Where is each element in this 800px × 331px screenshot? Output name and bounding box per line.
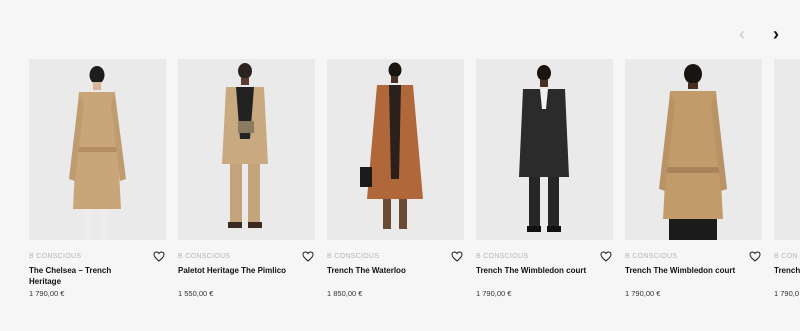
heart-icon[interactable]	[599, 249, 613, 263]
product-price: 1 790,00 €	[625, 289, 661, 298]
product-price: 1 790,0	[774, 289, 800, 298]
product-image[interactable]	[625, 59, 762, 240]
product-card[interactable]: B CONSCIOUS The Chelsea – Trench Heritag…	[29, 59, 166, 309]
product-price: 1 550,00 €	[178, 289, 214, 298]
product-name[interactable]: Trench The Waterloo	[327, 266, 439, 287]
product-tag: B CONSCIOUS	[327, 253, 380, 260]
product-card[interactable]: B CONSCIOUS Trench The Wimbledon court 1…	[476, 59, 613, 309]
product-tag: B CONSCIOUS	[625, 253, 678, 260]
product-carousel: B CONSCIOUS The Chelsea – Trench Heritag…	[29, 59, 800, 309]
heart-icon[interactable]	[152, 249, 166, 263]
product-image[interactable]	[178, 59, 315, 240]
product-tag: B CONSCIOUS	[29, 253, 82, 260]
heart-icon[interactable]	[301, 249, 315, 263]
product-name[interactable]: Trench The Ke	[774, 266, 800, 287]
carousel-nav: ‹ ›	[732, 24, 786, 44]
product-image[interactable]	[29, 59, 166, 240]
product-image[interactable]	[327, 59, 464, 240]
product-name[interactable]: Trench The Wimbledon court	[476, 266, 588, 287]
product-name[interactable]: Paletot Heritage The Pimlico	[178, 266, 290, 287]
product-card[interactable]: B CON Trench The Ke 1 790,0	[774, 59, 800, 309]
product-price: 1 850,00 €	[327, 289, 363, 298]
product-tag: B CONSCIOUS	[178, 253, 231, 260]
chevron-right-icon[interactable]: ›	[766, 24, 786, 44]
product-price: 1 790,00 €	[476, 289, 512, 298]
heart-icon[interactable]	[450, 249, 464, 263]
product-image[interactable]	[774, 59, 800, 240]
product-name[interactable]: The Chelsea – Trench Heritage	[29, 266, 141, 287]
product-tag: B CONSCIOUS	[476, 253, 529, 260]
heart-icon[interactable]	[748, 249, 762, 263]
product-card[interactable]: B CONSCIOUS Paletot Heritage The Pimlico…	[178, 59, 315, 309]
product-tag: B CON	[774, 253, 798, 260]
chevron-left-icon[interactable]: ‹	[732, 24, 752, 44]
product-card[interactable]: B CONSCIOUS Trench The Wimbledon court 1…	[625, 59, 762, 309]
product-name[interactable]: Trench The Wimbledon court	[625, 266, 737, 287]
product-image[interactable]	[476, 59, 613, 240]
product-card[interactable]: B CONSCIOUS Trench The Waterloo 1 850,00…	[327, 59, 464, 309]
product-price: 1 790,00 €	[29, 289, 65, 298]
